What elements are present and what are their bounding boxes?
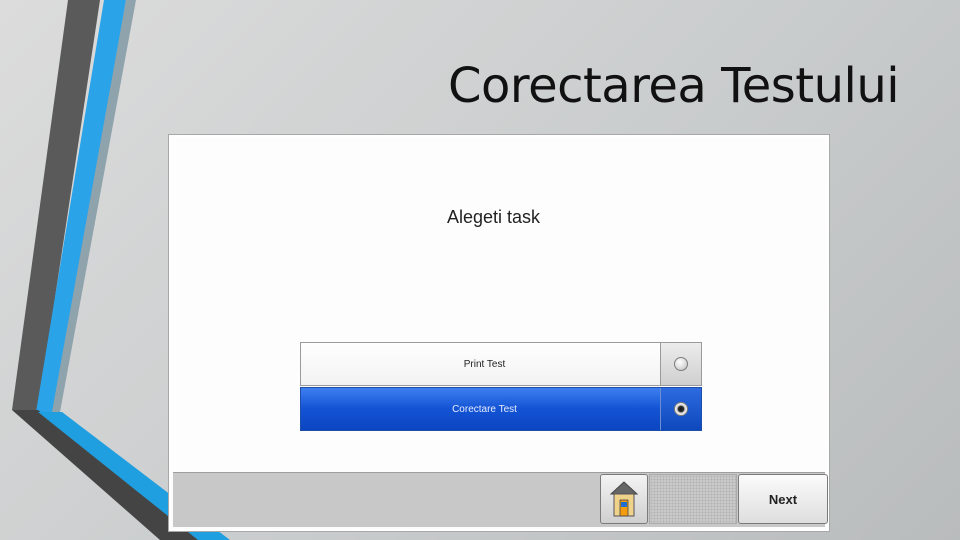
option-corectare-test[interactable]: Corectare Test [300, 387, 702, 431]
next-button[interactable]: Next [738, 474, 828, 524]
option-print-test[interactable]: Print Test [300, 342, 702, 386]
task-heading: Alegeti task [447, 207, 541, 227]
option-label: Corectare Test [452, 403, 517, 415]
radio-checked-icon[interactable] [674, 402, 688, 416]
option-label: Print Test [463, 358, 506, 370]
radio-unchecked-icon[interactable] [674, 357, 688, 371]
radio-cell[interactable] [660, 388, 701, 430]
screen-panel: Alegeti task Print Test Corectare Test N… [171, 137, 828, 529]
kiosk-screen: Alegeti task Print Test Corectare Test N… [168, 134, 830, 532]
slide-title: Corectarea Testului [448, 58, 900, 114]
toolbar-spacer [649, 474, 737, 524]
radio-cell[interactable] [660, 343, 701, 385]
home-icon [609, 481, 639, 517]
bottom-toolbar: Next [173, 472, 828, 527]
home-button[interactable] [600, 474, 648, 524]
